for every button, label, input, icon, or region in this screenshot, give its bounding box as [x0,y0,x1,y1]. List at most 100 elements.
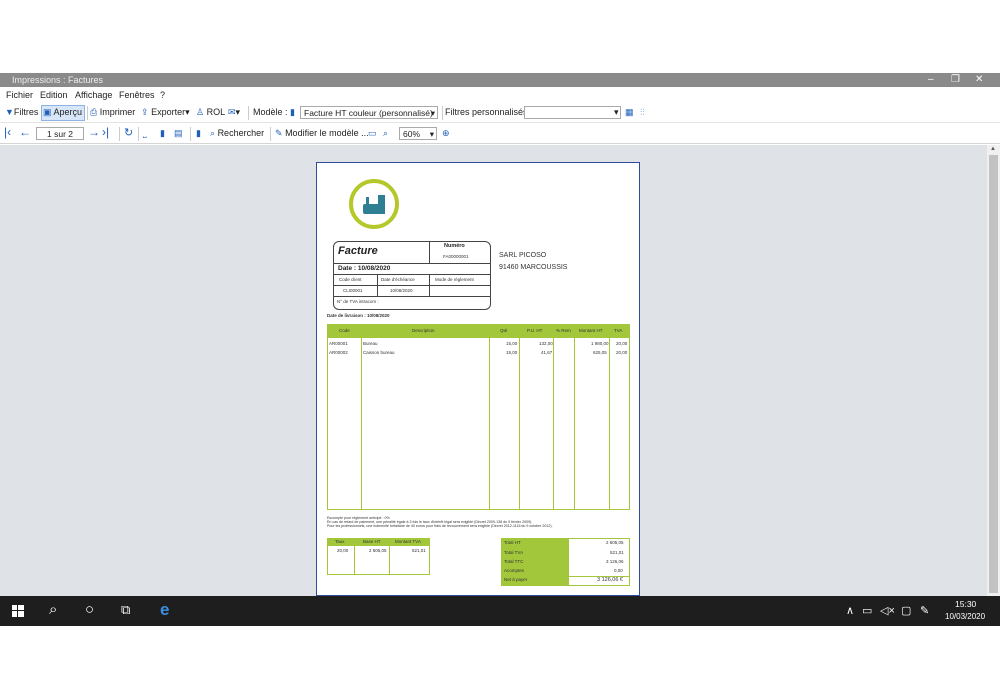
vertical-scrollbar[interactable]: ▲ [987,145,1000,596]
divider [354,546,355,575]
modifier-label: Modifier le modèle ... [285,128,369,138]
email-button[interactable]: ✉▾ [228,107,240,118]
last-page-icon[interactable]: ›| [102,125,109,139]
rol-button[interactable]: ♙ ROL [196,107,225,118]
line-2-desc: Caisson bureau [363,350,395,355]
menu-affichage[interactable]: Affichage [75,90,112,100]
multi-page-icon[interactable]: ▤ [174,128,183,139]
previous-page-icon[interactable]: ← [19,125,31,139]
menu-bar: Fichier Edition Affichage Fenêtres ? [0,88,1000,102]
menu-edition[interactable]: Edition [40,90,68,100]
single-page-icon[interactable]: ▮ [160,128,165,139]
menu-help[interactable]: ? [160,90,165,100]
first-page-icon[interactable]: |‹ [4,125,11,139]
cortana-icon[interactable]: ○ [85,601,94,618]
pen-icon[interactable]: ✎ [920,604,929,617]
next-page-icon[interactable]: → [88,125,100,139]
task-view-icon[interactable]: ⧉ [121,602,130,618]
separator [442,106,443,120]
client-name: SARL PICOSO [499,252,547,259]
refresh-icon[interactable]: ↻ [124,126,133,139]
separator [248,106,249,120]
export-icon: ⇪ [141,107,149,117]
zoom-in-icon[interactable]: ⊕ [442,128,450,139]
invoice-title: Facture [338,245,378,257]
col-montant-header: Montant HT [579,328,603,333]
total-ht-label: Total HT [504,540,521,545]
clock-date[interactable]: 10/03/2020 [945,612,985,621]
tva-base-value: 2 605,05 [369,548,387,553]
chevron-down-icon[interactable]: ▾ [614,107,619,118]
tva-montant-value: 521,01 [412,548,426,553]
rechercher-button[interactable]: ⌕ Rechercher [210,128,264,139]
windows-start-icon[interactable] [12,605,24,617]
total-tva-label: Total TVA [504,550,524,555]
clock-time[interactable]: 15:30 [955,599,976,609]
line-2-pu: 41,67 [541,350,553,355]
tva-intracom-label: N° de TVA intracom : [337,299,379,304]
col-pu-header: P.U. HT [527,328,543,333]
bookmark-icon[interactable]: ▮ [196,128,201,139]
scrollbar-thumb[interactable] [989,155,998,593]
minimize-button[interactable]: – [928,74,934,85]
user-icon: ♙ [196,107,205,117]
close-button[interactable]: ✕ [975,74,983,85]
menu-fichier[interactable]: Fichier [6,90,33,100]
notification-icon[interactable]: ▢ [901,604,911,617]
page-input[interactable]: 1 sur 2 [36,127,84,140]
rol-label: ROL [206,107,226,117]
divider [333,263,491,264]
separator [190,127,191,141]
filtres-perso-select[interactable] [524,106,621,119]
apercu-label-wrap: ▣ Aperçu [43,107,82,118]
line-1-pu: 132,00 [539,341,553,346]
battery-icon[interactable]: ▭ [862,604,872,617]
divider [377,274,378,296]
zoom-select[interactable]: 60% ▾ [399,127,437,140]
main-toolbar: ▼Filtres ▣ Aperçu ⎙ Imprimer ⇪ Exporter▾… [0,103,1000,123]
divider [519,338,520,510]
chevron-down-icon: ▾ [430,108,435,118]
tva-base-header: Base HT [363,539,381,544]
reglement-header: Mode de règlement [435,277,474,282]
net-a-payer-label: Net à payer [504,577,528,582]
modifier-button[interactable]: ✎ Modifier le modèle ... [275,128,369,139]
fit-page-icon[interactable]: ▭ [368,128,377,139]
exporter-button[interactable]: ⇪ Exporter▾ [141,107,190,118]
line-2-code: AR00002 [329,350,348,355]
volume-muted-icon[interactable]: ◁× [880,604,895,617]
divider [429,241,430,263]
chevron-down-icon: ▾ [429,129,434,139]
divider [429,274,430,296]
code-client-header: Code client [339,277,362,282]
modele-select[interactable]: Facture HT couleur (personnalisé) ▾ [300,106,438,119]
modele-value: Facture HT couleur (personnalisé) [304,108,433,118]
window-title: Impressions : Factures [12,75,104,85]
divider [574,338,575,510]
line-2-montant: 625,05 [593,350,607,355]
imprimer-button[interactable]: ⎙ Imprimer [90,107,135,118]
acomptes-value: 0,00 [614,568,623,573]
filtres-button[interactable]: ▼Filtres [5,107,38,117]
settings-sliders-icon[interactable]: ⫶⫶ [640,107,645,118]
maximize-button[interactable]: ❐ [951,74,960,85]
menu-fenetres[interactable]: Fenêtres [119,90,155,100]
search-icon: ⌕ [210,128,216,138]
chevron-up-icon[interactable]: ∧ [846,604,854,617]
line-1-desc: Bureau [363,341,378,346]
divider [333,296,491,297]
company-logo [349,179,399,229]
divider [361,338,362,510]
zoom-out-icon[interactable]: ⌕ [383,128,388,139]
apercu-label: Aperçu [53,107,83,117]
page-width-icon[interactable]: ⎵ [143,128,147,139]
search-icon[interactable]: ⌕ [49,601,57,618]
filtres-perso-label: Filtres personnalisés : [445,107,533,117]
preview-toolbar: |‹ ← 1 sur 2 → ›| ↻ ⎵ ▮ ▤ ▮ ⌕ Rechercher… [0,124,1000,144]
envelope-icon: ✉ [228,107,236,117]
filtres-label: Filtres [13,107,39,117]
divider [609,338,610,510]
edge-icon[interactable]: e [160,600,169,620]
grid-icon[interactable]: ▦ [625,107,634,118]
scroll-up-icon[interactable]: ▲ [990,146,996,152]
